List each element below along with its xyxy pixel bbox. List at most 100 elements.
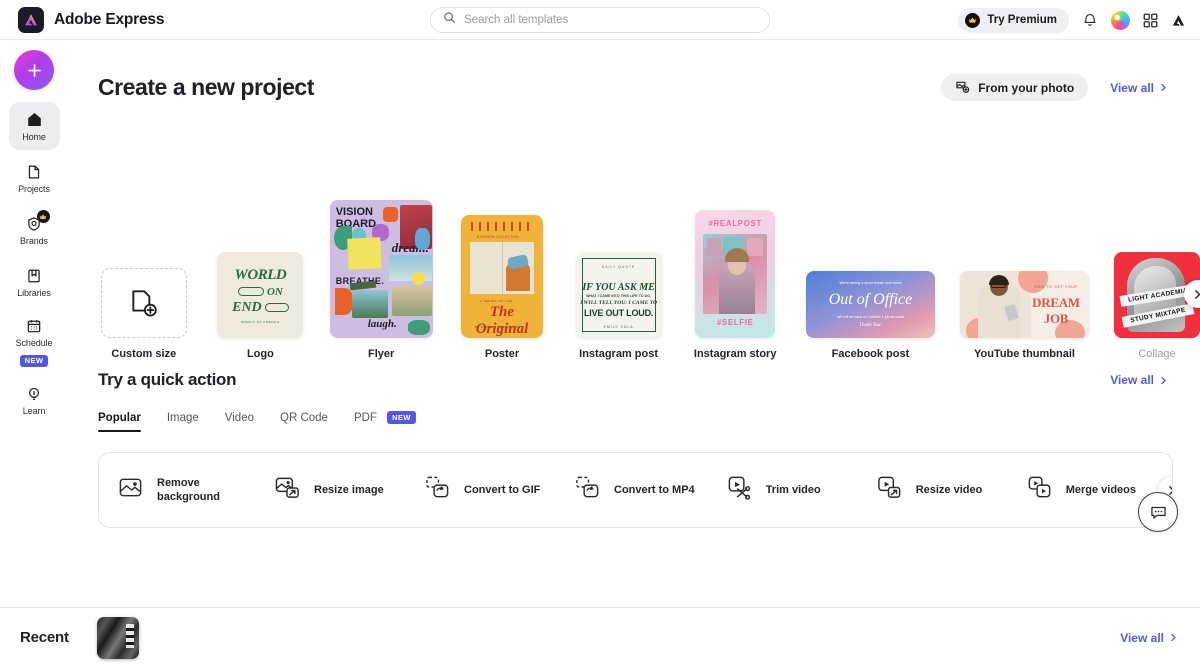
- template-card-instagram-story[interactable]: #REALPOST #SELFIE Instagram story: [689, 210, 781, 360]
- tab-image[interactable]: Image: [167, 412, 199, 432]
- chevron-right-icon: [1195, 289, 1200, 299]
- tab-pdf[interactable]: PDF NEW: [353, 411, 416, 432]
- chat-support-button[interactable]: [1138, 492, 1178, 532]
- tab-label: PDF: [353, 412, 377, 424]
- sidebar-item-schedule[interactable]: Schedule NEW: [9, 310, 60, 373]
- app-grid-icon[interactable]: [1143, 13, 1158, 28]
- template-card-custom-size[interactable]: Custom size: [98, 268, 190, 360]
- search-container: [430, 7, 770, 33]
- youtube-thumbnail-thumbnail: HOW TO GET YOUR DREAM JOB: [959, 271, 1089, 338]
- quick-action-trim-video[interactable]: Trim video: [708, 453, 858, 527]
- sidebar-label-schedule: Schedule: [15, 338, 53, 348]
- sidebar-item-learn[interactable]: Learn: [9, 377, 60, 425]
- top-right-actions: Try Premium: [958, 0, 1186, 40]
- recent-view-all-label: View all: [1120, 630, 1164, 645]
- calendar-icon: [26, 316, 42, 336]
- from-your-photo-label: From your photo: [978, 80, 1075, 95]
- template-label: Poster: [484, 348, 520, 360]
- template-card-poster[interactable]: A DESIGN COLLECTION A SERIES ON LIFE The…: [456, 215, 548, 360]
- template-card-instagram-post[interactable]: DAILY QUOTE IF YOU ASK ME WHAT I CAME IN…: [573, 252, 665, 360]
- create-section-header: Create a new project From your photo Vie…: [68, 74, 1200, 101]
- sidebar-label-home: Home: [22, 131, 46, 142]
- adobe-logo-icon[interactable]: [1171, 13, 1186, 28]
- create-view-all-link[interactable]: View all: [1110, 81, 1168, 95]
- template-card-flyer[interactable]: VISION BOARD dream. BREATHE. laugh. Flye…: [329, 200, 433, 360]
- quick-action-label: Resize video: [915, 483, 983, 496]
- template-cards-row: Custom size WORLD ON END WORLD OF FRENCH…: [68, 160, 1200, 360]
- try-premium-label: Try Premium: [987, 14, 1057, 26]
- recent-project-thumbnail[interactable]: [96, 616, 139, 659]
- chevron-right-icon: [1161, 376, 1166, 384]
- try-premium-button[interactable]: Try Premium: [958, 7, 1069, 33]
- template-label: Collage: [1138, 348, 1176, 360]
- user-avatar[interactable]: [1111, 10, 1130, 30]
- sidebar-label-libraries: Libraries: [17, 287, 51, 298]
- brand-logo-group[interactable]: Adobe Express: [18, 6, 165, 33]
- adobe-express-logo-icon: [18, 6, 44, 33]
- tab-label: Image: [166, 412, 199, 424]
- quick-action-convert-to-gif[interactable]: Convert to GIF: [406, 453, 556, 527]
- sidebar-item-brands[interactable]: Brands: [9, 206, 60, 254]
- chat-bubble-icon: [1150, 506, 1166, 519]
- brand-name: Adobe Express: [54, 10, 165, 28]
- sidebar-item-libraries[interactable]: Libraries: [9, 258, 60, 306]
- sidebar-label-projects: Projects: [18, 183, 50, 194]
- search-input[interactable]: [464, 14, 757, 26]
- quick-actions-header: Try a quick action View all: [68, 370, 1200, 390]
- sidebar-label-brands: Brands: [20, 235, 48, 246]
- file-icon: [26, 162, 42, 182]
- template-card-facebook-post[interactable]: We're taking a short break next week Out…: [805, 271, 935, 360]
- instagram-post-thumbnail: DAILY QUOTE IF YOU ASK ME WHAT I CAME IN…: [575, 252, 662, 338]
- top-navigation-bar: Adobe Express Try Premium: [0, 0, 1200, 40]
- from-your-photo-button[interactable]: From your photo: [941, 74, 1089, 101]
- quick-action-label: Convert to MP4: [614, 483, 695, 496]
- template-card-youtube-thumbnail[interactable]: HOW TO GET YOUR DREAM JOB YouTube thumbn…: [959, 271, 1089, 360]
- tab-label: QR Code: [280, 412, 328, 424]
- quick-action-label: Merge videos: [1065, 483, 1136, 496]
- logo-thumbnail: WORLD ON END WORLD OF FRENCH: [217, 252, 304, 338]
- quick-action-convert-to-mp4[interactable]: Convert to MP4: [556, 453, 708, 527]
- quick-actions-view-all-label: View all: [1110, 373, 1154, 387]
- create-new-button[interactable]: [14, 50, 54, 90]
- page-title: Create a new project: [98, 74, 314, 100]
- custom-size-thumbnail: [100, 268, 187, 338]
- pdf-new-badge: NEW: [387, 411, 416, 425]
- main-content: Create a new project From your photo Vie…: [68, 40, 1200, 607]
- poster-thumbnail: A DESIGN COLLECTION A SERIES ON LIFE The…: [460, 215, 543, 338]
- template-label: Flyer: [368, 348, 395, 360]
- bell-icon[interactable]: [1082, 12, 1098, 28]
- quick-action-merge-videos[interactable]: Merge videos: [1008, 453, 1158, 527]
- quick-action-label: Resize image: [314, 483, 384, 496]
- search-box[interactable]: [430, 7, 770, 33]
- sidebar-item-projects[interactable]: Projects: [9, 154, 60, 202]
- bulb-icon: [26, 384, 42, 404]
- quick-action-resize-image[interactable]: Resize image: [256, 453, 406, 527]
- template-label: Instagram post: [579, 348, 658, 360]
- sidebar-item-home[interactable]: Home: [8, 102, 60, 150]
- tab-popular[interactable]: Popular: [98, 412, 141, 432]
- quick-actions-tabs: Popular Image Video QR Code PDF NEW: [98, 411, 416, 432]
- recent-title: Recent: [20, 629, 69, 646]
- library-icon: [26, 266, 42, 286]
- trim-video-icon: [726, 474, 753, 506]
- recent-view-all-link[interactable]: View all: [1120, 631, 1178, 645]
- quick-action-remove-background[interactable]: Remove background: [99, 453, 256, 527]
- convert-gif-icon: [424, 474, 451, 506]
- tab-label: Video: [224, 412, 254, 424]
- template-label: YouTube thumbnail: [973, 348, 1075, 360]
- brands-premium-badge-icon: [36, 210, 50, 223]
- template-card-logo[interactable]: WORLD ON END WORLD OF FRENCH Logo: [215, 252, 307, 360]
- quick-action-resize-video[interactable]: Resize video: [858, 453, 1008, 527]
- tab-video[interactable]: Video: [225, 412, 254, 432]
- template-label: Facebook post: [831, 348, 910, 360]
- sidebar-label-learn: Learn: [22, 406, 46, 417]
- crown-icon: [965, 12, 981, 28]
- quick-actions-view-all-link[interactable]: View all: [1110, 373, 1168, 387]
- template-card-collage[interactable]: LIGHT ACADEMIA STUDY MIXTAPE Collage: [1113, 252, 1200, 360]
- schedule-new-badge: NEW: [19, 354, 49, 367]
- template-label: Logo: [246, 348, 274, 360]
- tab-qr-code[interactable]: QR Code: [280, 412, 328, 432]
- photo-add-icon: [955, 79, 970, 97]
- flyer-thumbnail: VISION BOARD dream. BREATHE. laugh.: [329, 200, 433, 338]
- remove-background-icon: [117, 474, 144, 506]
